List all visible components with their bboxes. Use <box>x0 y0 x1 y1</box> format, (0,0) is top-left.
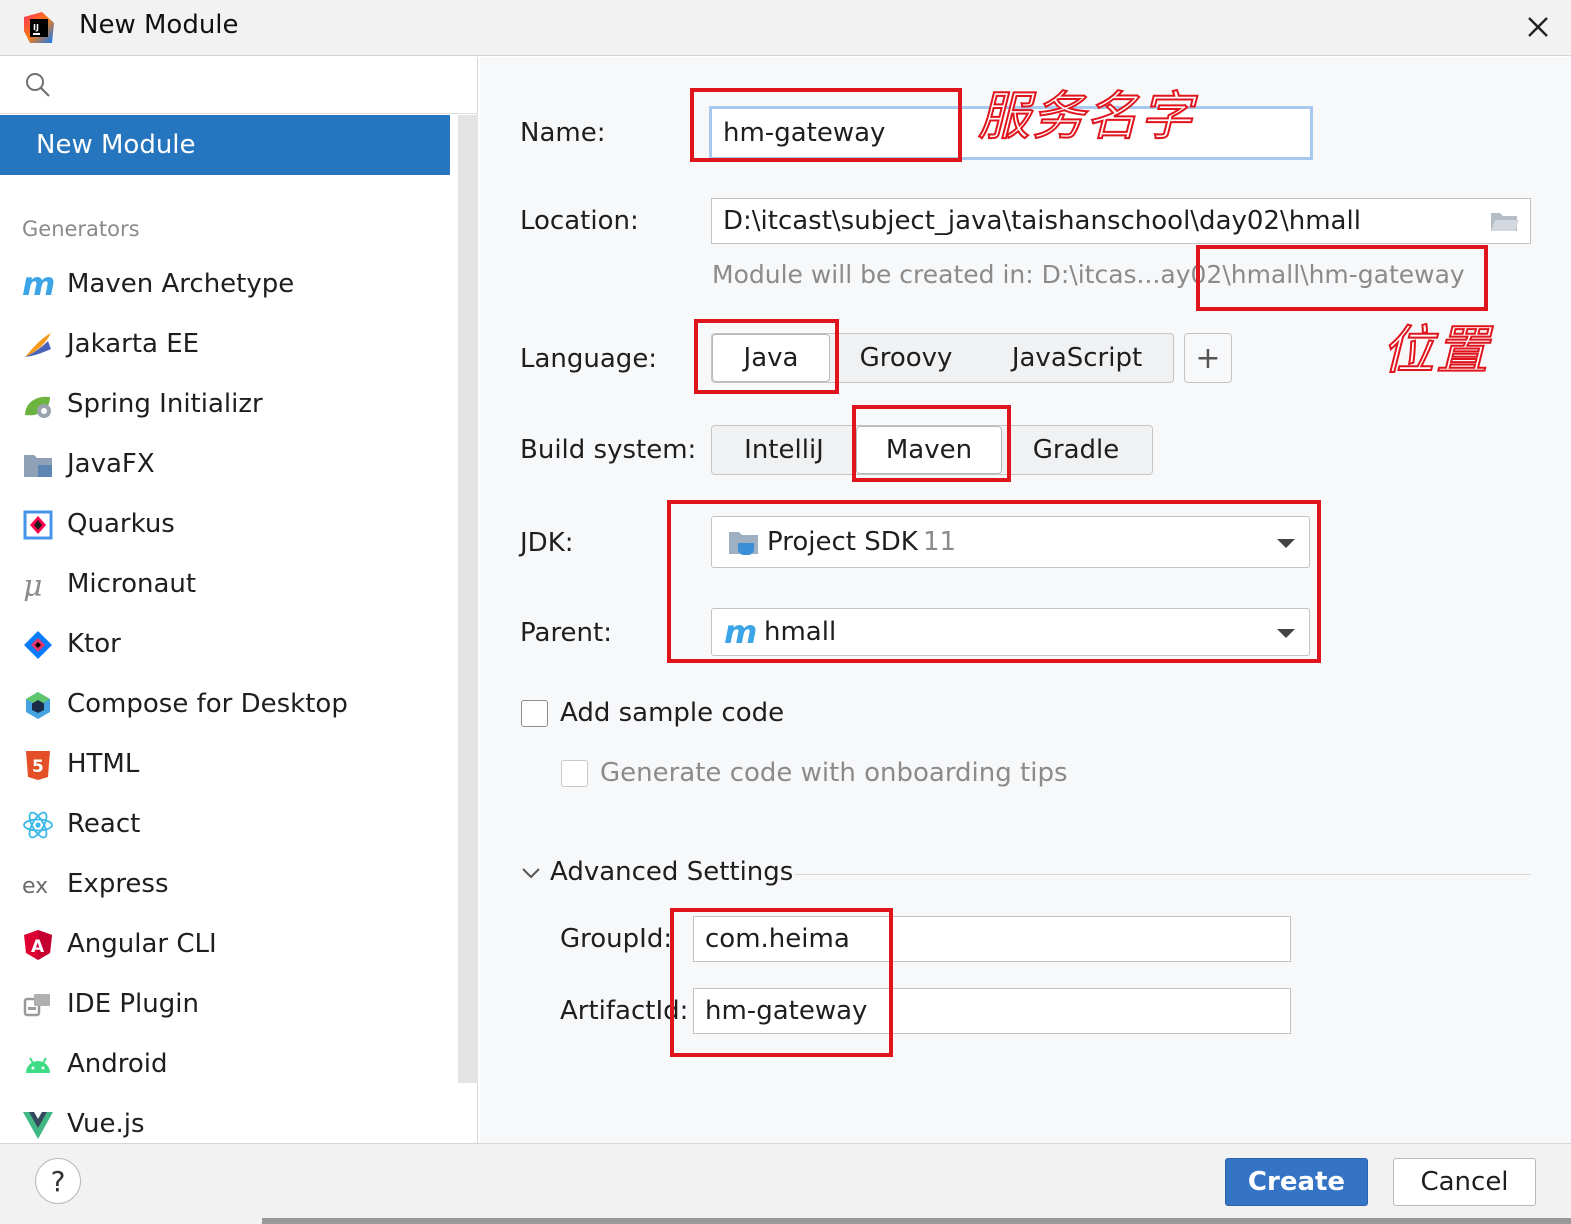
annotation-box-location <box>1196 245 1488 311</box>
onboarding-tips-checkbox[interactable] <box>561 760 588 787</box>
angular-icon: A <box>22 929 54 961</box>
onboarding-tips-label: Generate code with onboarding tips <box>600 758 1068 788</box>
sidebar-item-label: Vue.js <box>67 1109 145 1139</box>
parent-label: Parent: <box>520 618 612 648</box>
search-icon <box>26 73 50 97</box>
sidebar-item-javafx[interactable]: JavaFX <box>0 435 450 495</box>
annotation-box-language <box>694 319 839 394</box>
micronaut-icon: μ <box>22 569 54 601</box>
compose-icon <box>22 689 54 721</box>
sidebar-item-jakarta-ee[interactable]: Jakarta EE <box>0 315 450 375</box>
sidebar-item-android[interactable]: Android <box>0 1035 450 1095</box>
folder-icon[interactable] <box>1490 210 1520 234</box>
sidebar-item-label: Express <box>67 869 169 899</box>
ktor-icon <box>22 629 54 661</box>
sidebar-item-compose-for-desktop[interactable]: Compose for Desktop <box>0 675 450 735</box>
intellij-idea-icon: IJ <box>24 12 54 43</box>
annotation-location: 位置 <box>1381 320 1491 382</box>
dialog-footer: ? Create Cancel <box>0 1143 1571 1224</box>
advanced-separator <box>795 874 1531 875</box>
language-label: Language: <box>520 344 658 374</box>
annotation-box-jdk-parent <box>667 500 1321 663</box>
sidebar-item-react[interactable]: React <box>0 795 450 855</box>
window-title: New Module <box>79 10 239 40</box>
groupid-label: GroupId: <box>560 924 673 954</box>
sidebar-item-label: Micronaut <box>67 569 197 599</box>
sidebar-item-label: Android <box>67 1049 168 1079</box>
sidebar-item-ktor[interactable]: Ktor <box>0 615 450 675</box>
sidebar-item-label: Angular CLI <box>67 929 217 959</box>
sidebar-item-new-module[interactable]: New Module <box>0 115 450 175</box>
svg-text:A: A <box>31 937 45 957</box>
annotation-box-name <box>690 88 962 162</box>
sidebar-item-angular-cli[interactable]: A Angular CLI <box>0 915 450 975</box>
android-icon <box>22 1049 54 1081</box>
sidebar-item-label: React <box>67 809 141 839</box>
create-button[interactable]: Create <box>1225 1158 1368 1206</box>
advanced-settings-toggle[interactable]: Advanced Settings <box>550 857 793 887</box>
generator-sidebar: New Module Generators m Maven Archetype … <box>0 57 478 1143</box>
bottom-scrollbar <box>262 1218 1571 1224</box>
maven-icon: m <box>22 269 54 301</box>
sidebar-item-label: Ktor <box>67 629 121 659</box>
close-icon[interactable] <box>1521 10 1555 44</box>
sidebar-item-label: Compose for Desktop <box>67 689 348 719</box>
help-button[interactable]: ? <box>35 1158 81 1204</box>
sidebar-item-express[interactable]: ex Express <box>0 855 450 915</box>
html5-icon: 5 <box>22 749 54 781</box>
annotation-box-build <box>852 405 1011 482</box>
generators-header: Generators <box>22 217 140 241</box>
svg-text:IJ: IJ <box>33 23 39 32</box>
vue-icon <box>22 1109 54 1141</box>
build-gradle[interactable]: Gradle <box>1002 426 1150 474</box>
sidebar-item-quarkus[interactable]: Quarkus <box>0 495 450 555</box>
generator-list: m Maven Archetype Jakarta EE Spring Init… <box>0 255 450 1155</box>
sidebar-item-label: JavaFX <box>67 449 155 479</box>
title-bar: IJ New Module <box>0 0 1571 56</box>
add-sample-code-label: Add sample code <box>560 698 785 728</box>
sidebar-item-maven-archetype[interactable]: m Maven Archetype <box>0 255 450 315</box>
build-system-label: Build system: <box>520 435 697 465</box>
sidebar-item-label: Maven Archetype <box>67 269 295 299</box>
quarkus-icon <box>22 509 54 541</box>
location-field[interactable]: D:\itcast\subject_java\taishanschool\day… <box>711 198 1531 244</box>
chevron-down-icon[interactable] <box>520 865 542 881</box>
sidebar-item-html[interactable]: 5 HTML <box>0 735 450 795</box>
build-intellij[interactable]: IntelliJ <box>712 426 856 474</box>
svg-text:ex: ex <box>22 874 48 899</box>
sidebar-item-label: Quarkus <box>67 509 175 539</box>
react-icon <box>22 809 54 841</box>
sidebar-search-input[interactable] <box>0 57 478 114</box>
annotation-box-artifact <box>670 908 893 1057</box>
sidebar-item-label: HTML <box>67 749 140 779</box>
language-javascript[interactable]: JavaScript <box>982 334 1172 382</box>
sidebar-item-label: Spring Initializr <box>67 389 263 419</box>
sidebar-item-micronaut[interactable]: μ Micronaut <box>0 555 450 615</box>
svg-text:m: m <box>22 269 54 301</box>
jakarta-ee-icon <box>22 329 54 361</box>
svg-text:5: 5 <box>32 757 44 777</box>
add-sample-code-checkbox[interactable] <box>521 700 548 727</box>
location-value: D:\itcast\subject_java\taishanschool\day… <box>723 206 1361 236</box>
sidebar-item-label: Jakarta EE <box>67 329 200 359</box>
add-language-button[interactable]: + <box>1184 333 1232 383</box>
location-label: Location: <box>520 206 639 236</box>
language-groovy[interactable]: Groovy <box>830 334 982 382</box>
sidebar-item-label: IDE Plugin <box>67 989 199 1019</box>
annotation-service-name: 服务名字 <box>977 86 1195 148</box>
cancel-button[interactable]: Cancel <box>1393 1158 1536 1206</box>
sidebar-scrollbar[interactable] <box>458 115 478 1083</box>
jdk-label: JDK: <box>520 528 574 558</box>
sidebar-item-spring-initializr[interactable]: Spring Initializr <box>0 375 450 435</box>
express-icon: ex <box>22 869 54 901</box>
sidebar-item-ide-plugin[interactable]: IDE Plugin <box>0 975 450 1035</box>
svg-text:μ: μ <box>23 569 43 601</box>
spring-icon <box>22 389 54 421</box>
name-label: Name: <box>520 118 606 148</box>
javafx-folder-icon <box>22 449 54 481</box>
plugin-icon <box>22 989 54 1021</box>
